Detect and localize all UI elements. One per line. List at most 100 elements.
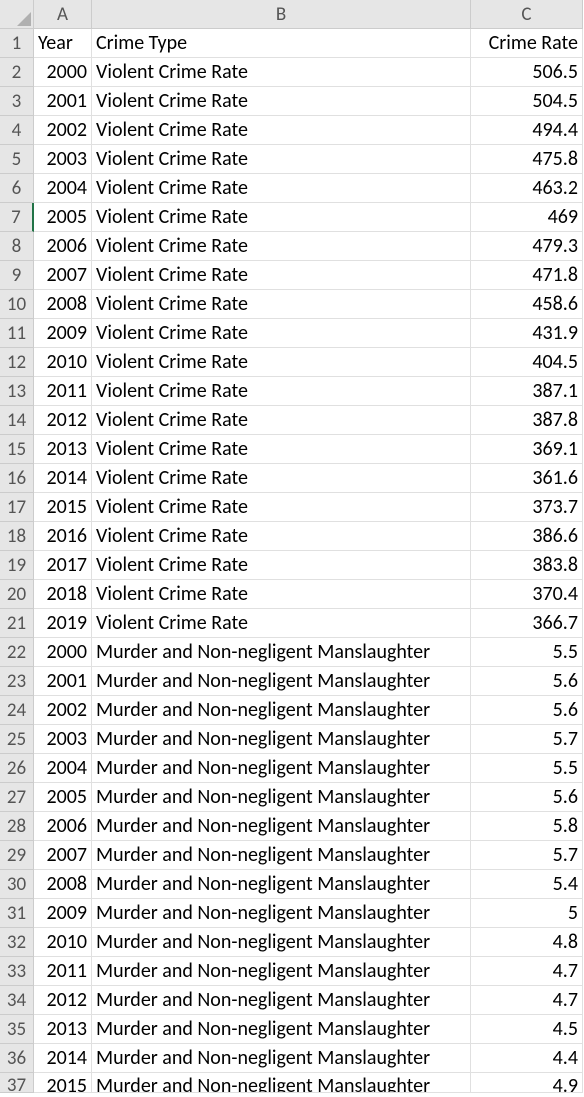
row-header[interactable]: 35 — [0, 1015, 34, 1044]
cell-crime-rate[interactable]: 383.8 — [471, 551, 583, 580]
cell-crime-rate[interactable]: 469 — [471, 203, 583, 232]
cell-crime-type[interactable]: Violent Crime Rate — [92, 348, 471, 377]
cell-year[interactable]: 2003 — [34, 725, 92, 754]
cell-year[interactable]: 2017 — [34, 551, 92, 580]
cell-crime-rate[interactable]: 386.6 — [471, 522, 583, 551]
cell-crime-type[interactable]: Murder and Non-negligent Manslaughter — [92, 725, 471, 754]
row-header[interactable]: 24 — [0, 696, 34, 725]
cell-crime-type[interactable]: Violent Crime Rate — [92, 377, 471, 406]
cell-crime-type[interactable]: Murder and Non-negligent Manslaughter — [92, 812, 471, 841]
cell-crime-type[interactable]: Violent Crime Rate — [92, 58, 471, 87]
cell-crime-type[interactable]: Murder and Non-negligent Manslaughter — [92, 870, 471, 899]
cell-crime-rate[interactable]: 5.8 — [471, 812, 583, 841]
cell-year[interactable]: 2007 — [34, 261, 92, 290]
cell-crime-type[interactable]: Violent Crime Rate — [92, 261, 471, 290]
cell-crime-rate[interactable]: 361.6 — [471, 464, 583, 493]
cell-crime-type[interactable]: Violent Crime Rate — [92, 464, 471, 493]
cell-crime-type[interactable]: Murder and Non-negligent Manslaughter — [92, 754, 471, 783]
cell-crime-type[interactable]: Violent Crime Rate — [92, 174, 471, 203]
cell-crime-rate[interactable]: 431.9 — [471, 319, 583, 348]
cell-crime-type[interactable]: Violent Crime Rate — [92, 609, 471, 638]
row-header[interactable]: 3 — [0, 87, 34, 116]
cell-crime-rate[interactable]: 370.4 — [471, 580, 583, 609]
cell-year[interactable]: 2013 — [34, 435, 92, 464]
row-header[interactable]: 20 — [0, 580, 34, 609]
cell-crime-rate[interactable]: 4.7 — [471, 986, 583, 1015]
cell-year[interactable]: 2012 — [34, 406, 92, 435]
row-header[interactable]: 21 — [0, 609, 34, 638]
cell-crime-rate[interactable]: 494.4 — [471, 116, 583, 145]
cell-year[interactable]: 2003 — [34, 145, 92, 174]
column-header-a[interactable]: A — [34, 0, 92, 29]
column-header-b[interactable]: B — [92, 0, 471, 29]
cell-crime-rate[interactable]: 471.8 — [471, 261, 583, 290]
cell-year[interactable]: 2002 — [34, 116, 92, 145]
row-header[interactable]: 12 — [0, 348, 34, 377]
cell-crime-type[interactable]: Violent Crime Rate — [92, 435, 471, 464]
cell-crime-rate[interactable]: 387.1 — [471, 377, 583, 406]
row-header[interactable]: 26 — [0, 754, 34, 783]
row-header[interactable]: 22 — [0, 638, 34, 667]
row-header[interactable]: 32 — [0, 928, 34, 957]
cell-crime-type[interactable]: Violent Crime Rate — [92, 406, 471, 435]
cell-crime-type[interactable]: Violent Crime Rate — [92, 116, 471, 145]
cell-crime-rate[interactable]: 5 — [471, 899, 583, 928]
cell-crime-rate[interactable]: 369.1 — [471, 435, 583, 464]
row-header[interactable]: 2 — [0, 58, 34, 87]
row-header[interactable]: 23 — [0, 667, 34, 696]
row-header[interactable]: 1 — [0, 29, 34, 58]
cell-crime-rate[interactable]: 479.3 — [471, 232, 583, 261]
row-header[interactable]: 15 — [0, 435, 34, 464]
cell-crime-rate[interactable]: 404.5 — [471, 348, 583, 377]
cell-crime-type[interactable]: Murder and Non-negligent Manslaughter — [92, 783, 471, 812]
cell-crime-rate[interactable]: 5.6 — [471, 667, 583, 696]
cell-year[interactable]: 2004 — [34, 174, 92, 203]
row-header[interactable]: 8 — [0, 232, 34, 261]
row-header[interactable]: 25 — [0, 725, 34, 754]
row-header[interactable]: 19 — [0, 551, 34, 580]
cell-crime-rate[interactable]: 4.8 — [471, 928, 583, 957]
cell-crime-type[interactable]: Murder and Non-negligent Manslaughter — [92, 696, 471, 725]
cell-crime-type[interactable]: Murder and Non-negligent Manslaughter — [92, 667, 471, 696]
cell-crime-rate[interactable]: 458.6 — [471, 290, 583, 319]
row-header[interactable]: 17 — [0, 493, 34, 522]
cell-year[interactable]: 2010 — [34, 928, 92, 957]
row-header[interactable]: 31 — [0, 899, 34, 928]
cell-year[interactable]: 2000 — [34, 58, 92, 87]
row-header[interactable]: 34 — [0, 986, 34, 1015]
cell-crime-type[interactable]: Murder and Non-negligent Manslaughter — [92, 1073, 471, 1093]
cell-crime-type[interactable]: Violent Crime Rate — [92, 493, 471, 522]
spreadsheet-grid[interactable]: ABC1YearCrime TypeCrime Rate22000Violent… — [0, 0, 584, 1093]
cell-year[interactable]: 2000 — [34, 638, 92, 667]
row-header[interactable]: 33 — [0, 957, 34, 986]
cell-crime-rate[interactable]: 5.4 — [471, 870, 583, 899]
row-header[interactable]: 4 — [0, 116, 34, 145]
cell-crime-type[interactable]: Murder and Non-negligent Manslaughter — [92, 1044, 471, 1073]
cell-year[interactable]: 2005 — [34, 203, 92, 232]
row-header[interactable]: 27 — [0, 783, 34, 812]
cell-crime-rate[interactable]: 4.9 — [471, 1073, 583, 1093]
cell-crime-type[interactable]: Murder and Non-negligent Manslaughter — [92, 986, 471, 1015]
cell-year[interactable]: 2014 — [34, 1044, 92, 1073]
cell-crime-type[interactable]: Violent Crime Rate — [92, 580, 471, 609]
cell-year[interactable]: 2001 — [34, 667, 92, 696]
cell-year[interactable]: 2018 — [34, 580, 92, 609]
cell-year[interactable]: 2001 — [34, 87, 92, 116]
row-header[interactable]: 36 — [0, 1044, 34, 1073]
cell-crime-rate[interactable]: 387.8 — [471, 406, 583, 435]
cell-crime-rate[interactable]: 4.4 — [471, 1044, 583, 1073]
cell-crime-type[interactable]: Violent Crime Rate — [92, 319, 471, 348]
cell-year[interactable]: 2011 — [34, 377, 92, 406]
select-all-corner[interactable] — [0, 0, 34, 29]
cell-year[interactable]: 2005 — [34, 783, 92, 812]
cell-crime-type[interactable]: Violent Crime Rate — [92, 551, 471, 580]
cell-year[interactable]: 2010 — [34, 348, 92, 377]
cell-year[interactable]: 2012 — [34, 986, 92, 1015]
row-header[interactable]: 13 — [0, 377, 34, 406]
cell-crime-type[interactable]: Violent Crime Rate — [92, 87, 471, 116]
column-header-c[interactable]: C — [471, 0, 583, 29]
cell-crime-rate[interactable]: 373.7 — [471, 493, 583, 522]
cell-year[interactable]: 2015 — [34, 493, 92, 522]
cell-year[interactable]: 2002 — [34, 696, 92, 725]
cell-year[interactable]: 2006 — [34, 232, 92, 261]
